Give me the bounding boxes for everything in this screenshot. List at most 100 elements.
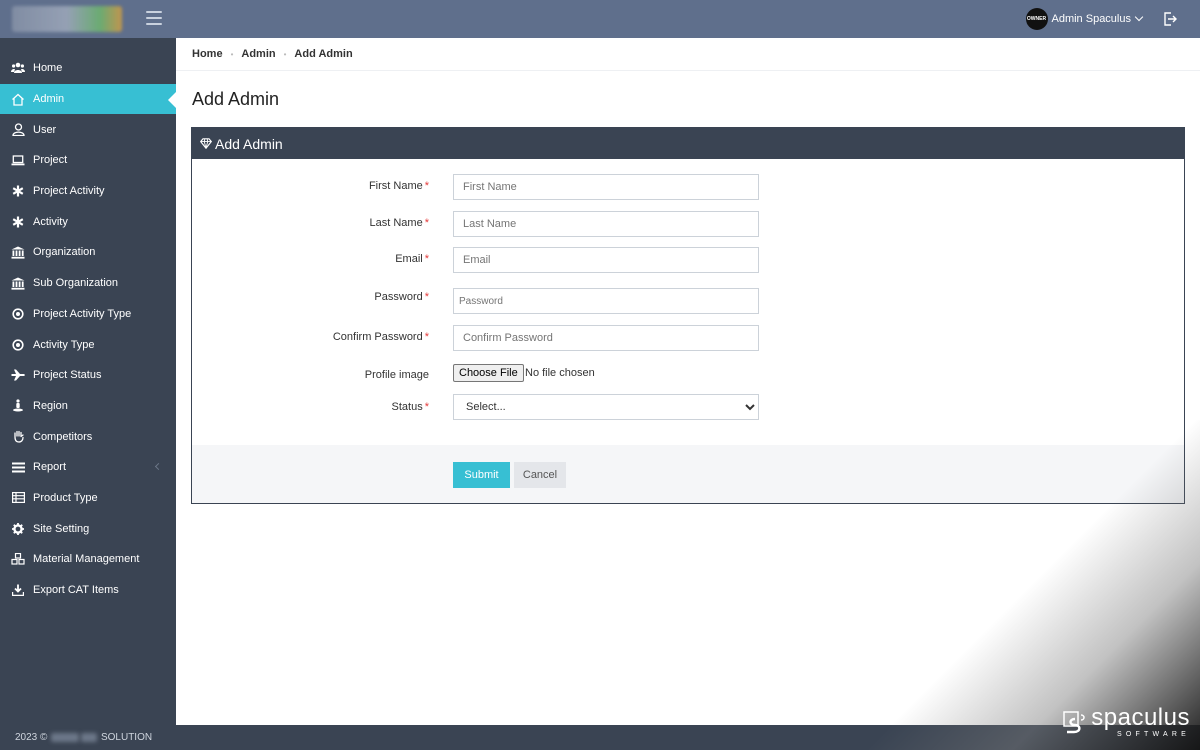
choose-file-button[interactable]: Choose File [453,364,524,382]
user-menu[interactable]: OWNER Admin Spaculus [1025,8,1144,30]
download-icon [11,583,25,597]
asterisk-icon [11,215,25,229]
footer-suffix: SOLUTION [100,732,153,743]
sidebar-item-label: Product Type [33,491,98,504]
confirm-password-label: Confirm Password * [332,331,429,343]
home-icon [11,92,25,106]
redacted-company-name [81,732,98,742]
redacted-company-name [51,732,80,742]
copyright-footer: 2023 © SOLUTION [15,732,152,743]
asterisk-icon [11,184,25,198]
required-mark: * [424,217,429,229]
sidebar-nav: Home Admin User Project Project Activity… [0,53,176,605]
breadcrumb: Home • Admin • Add Admin [176,38,1200,71]
sidebar-item-site-setting[interactable]: Site Setting [0,513,176,544]
sidebar-item-label: Activity [33,215,68,228]
last-name-label: Last Name * [369,217,429,229]
plane-icon [11,368,25,382]
sidebar-item-label: Region [33,399,68,412]
sidebar-item-project[interactable]: Project [0,145,176,176]
sidebar-item-label: Sub Organization [33,277,118,290]
add-admin-card: Add Admin First Name* Last Name* Email* … [191,127,1185,504]
sidebar-item-project-status[interactable]: Project Status [0,360,176,391]
sidebar-item-label: Home [33,62,63,75]
sidebar-item-label: Project Activity [33,185,105,198]
sidebar-item-home[interactable]: Home [0,53,176,84]
page-title: Add Admin [192,89,280,109]
cancel-button[interactable]: Cancel [514,462,566,488]
required-mark: * [424,331,429,343]
institution-icon [11,245,25,259]
file-status-text: No file chosen [525,367,595,379]
submit-button[interactable]: Submit [453,462,510,488]
first-name-input[interactable] [453,174,759,200]
sidebar: Home Admin User Project Project Activity… [0,38,176,750]
card-title: Add Admin [215,135,283,152]
sidebar-item-label: Site Setting [33,522,90,535]
required-mark: * [424,291,429,303]
breadcrumb-home[interactable]: Home [192,48,223,60]
sidebar-item-label: Project Status [33,369,102,382]
last-name-input[interactable] [453,211,759,237]
form-actions: Submit Cancel [192,445,1184,503]
status-label: Status * [391,401,429,413]
sidebar-item-label: User [33,123,57,136]
password-row: Password * [192,288,1186,314]
sidebar-item-activity-type[interactable]: Activity Type [0,329,176,360]
avatar: OWNER [1025,8,1048,30]
email-input[interactable] [453,247,759,273]
breadcrumb-admin[interactable]: Admin [241,48,275,60]
sidebar-item-material-management[interactable]: Material Management [0,544,176,575]
sidebar-item-activity[interactable]: Activity [0,206,176,237]
bottom-footer-bar [176,725,1200,750]
user-icon [11,123,25,137]
sidebar-item-report[interactable]: Report [0,452,176,483]
sidebar-item-project-activity[interactable]: Project Activity [0,176,176,207]
brand-logo[interactable] [12,6,122,32]
sidebar-item-label: Organization [33,246,96,259]
sidebar-item-product-type[interactable]: Product Type [0,483,176,514]
list-icon [11,460,25,474]
top-navbar: OWNER Admin Spaculus [0,0,1200,38]
profile-image-row: Profile image Choose File No file chosen [192,361,1186,387]
card-header: Add Admin [192,128,1184,159]
email-row: Email * [192,247,1186,273]
street-view-icon [11,399,25,413]
footer-year: 2023 © [15,732,48,743]
required-mark: * [424,401,429,413]
hand-icon [11,430,25,444]
breadcrumb-separator: • [283,49,287,59]
dot-circle-icon [11,338,25,352]
first-name-label: First Name * [368,180,429,192]
sidebar-item-competitors[interactable]: Competitors [0,421,176,452]
sidebar-item-label: Export CAT Items [33,584,119,597]
user-name: Admin Spaculus [1051,13,1132,25]
sidebar-item-project-activity-type[interactable]: Project Activity Type [0,299,176,330]
chevron-down-icon [1134,12,1144,22]
chevron-left-icon [154,462,163,470]
menu-toggle-icon[interactable] [146,11,162,25]
sidebar-item-user[interactable]: User [0,114,176,145]
sidebar-item-label: Activity Type [33,338,95,351]
status-row: Status * Select... [192,394,1186,420]
gear-icon [11,522,25,536]
users-icon [11,61,25,75]
sidebar-item-organization[interactable]: Organization [0,237,176,268]
first-name-row: First Name * [192,174,1186,200]
sidebar-item-sub-organization[interactable]: Sub Organization [0,268,176,299]
laptop-icon [11,153,25,167]
sidebar-item-export-cat-items[interactable]: Export CAT Items [0,575,176,606]
password-input[interactable] [453,288,759,314]
required-mark: * [424,253,429,265]
required-mark: * [424,180,429,192]
sidebar-item-admin[interactable]: Admin [0,83,176,115]
logout-icon[interactable] [1162,11,1178,27]
status-select[interactable]: Select... [453,394,759,420]
dot-circle-icon [11,307,25,321]
sidebar-item-label: Competitors [33,430,93,443]
confirm-password-input[interactable] [453,325,759,351]
sidebar-item-region[interactable]: Region [0,391,176,422]
sidebar-item-label: Project [33,154,68,167]
diamond-icon [199,136,213,152]
main-content: Home • Admin • Add Admin Add Admin Add A… [176,38,1200,725]
